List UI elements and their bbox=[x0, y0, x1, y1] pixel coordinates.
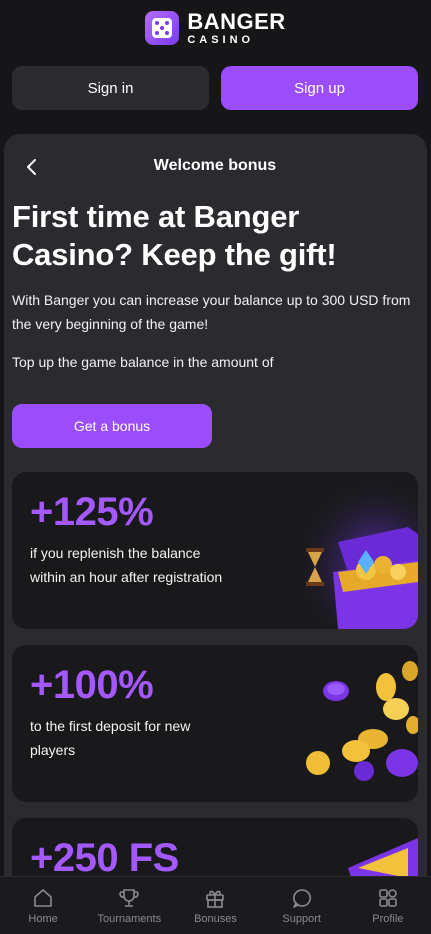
treasure-chest-image bbox=[278, 471, 418, 629]
trophy-icon bbox=[119, 888, 139, 907]
grid-icon bbox=[379, 888, 397, 907]
tab-label: Bonuses bbox=[194, 912, 237, 925]
tab-label: Tournaments bbox=[97, 912, 162, 925]
bonus-card: +125% if you replenish the balance withi… bbox=[12, 471, 418, 629]
tab-bonuses[interactable]: Bonuses bbox=[172, 887, 258, 925]
sign-in-button[interactable]: Sign in bbox=[12, 66, 209, 110]
chat-icon bbox=[292, 888, 311, 908]
tab-tournaments[interactable]: Tournaments bbox=[86, 887, 172, 925]
logo-text-banger: BANGER bbox=[187, 8, 286, 34]
bonus-list: +125% if you replenish the balance withi… bbox=[12, 471, 418, 934]
auth-buttons: Sign in Sign up bbox=[0, 56, 431, 110]
bottom-nav: Home Tournaments Bonuses Support Profile bbox=[0, 876, 431, 934]
sign-up-button[interactable]: Sign up bbox=[221, 66, 418, 110]
tab-profile[interactable]: Profile bbox=[345, 887, 431, 925]
home-icon bbox=[34, 888, 52, 907]
tab-support[interactable]: Support bbox=[259, 887, 345, 925]
bonus-card: +100% to the first deposit for new playe… bbox=[12, 644, 418, 802]
panel-title: Welcome bonus bbox=[153, 157, 277, 174]
chevron-left-icon[interactable] bbox=[24, 158, 40, 176]
gift-icon bbox=[206, 890, 225, 908]
tab-home[interactable]: Home bbox=[0, 887, 86, 925]
bonus-text: if you replenish the balance within an h… bbox=[30, 544, 223, 585]
coins-image bbox=[306, 660, 418, 781]
tab-label: Support bbox=[282, 912, 321, 925]
header: BANGER CASINO bbox=[0, 0, 431, 56]
welcome-bonus-panel: Welcome bonus First time at Banger Casin… bbox=[4, 134, 427, 934]
logo-text-casino: CASINO bbox=[187, 33, 255, 46]
bonus-description: With Banger you can increase your balanc… bbox=[12, 291, 411, 332]
tab-label: Profile bbox=[372, 912, 404, 925]
dice-logo-icon bbox=[145, 11, 180, 45]
casino-logo[interactable]: BANGER CASINO bbox=[145, 8, 286, 46]
panel-header: Welcome bonus bbox=[12, 134, 418, 198]
tab-label: Home bbox=[28, 912, 58, 925]
get-bonus-button[interactable]: Get a bonus bbox=[12, 403, 212, 448]
bonus-text: to the first deposit for new players bbox=[30, 717, 191, 758]
page-headline: First time at Banger Casino? Keep the gi… bbox=[12, 199, 337, 272]
topup-text: Top up the game balance in the amount of bbox=[12, 353, 274, 370]
